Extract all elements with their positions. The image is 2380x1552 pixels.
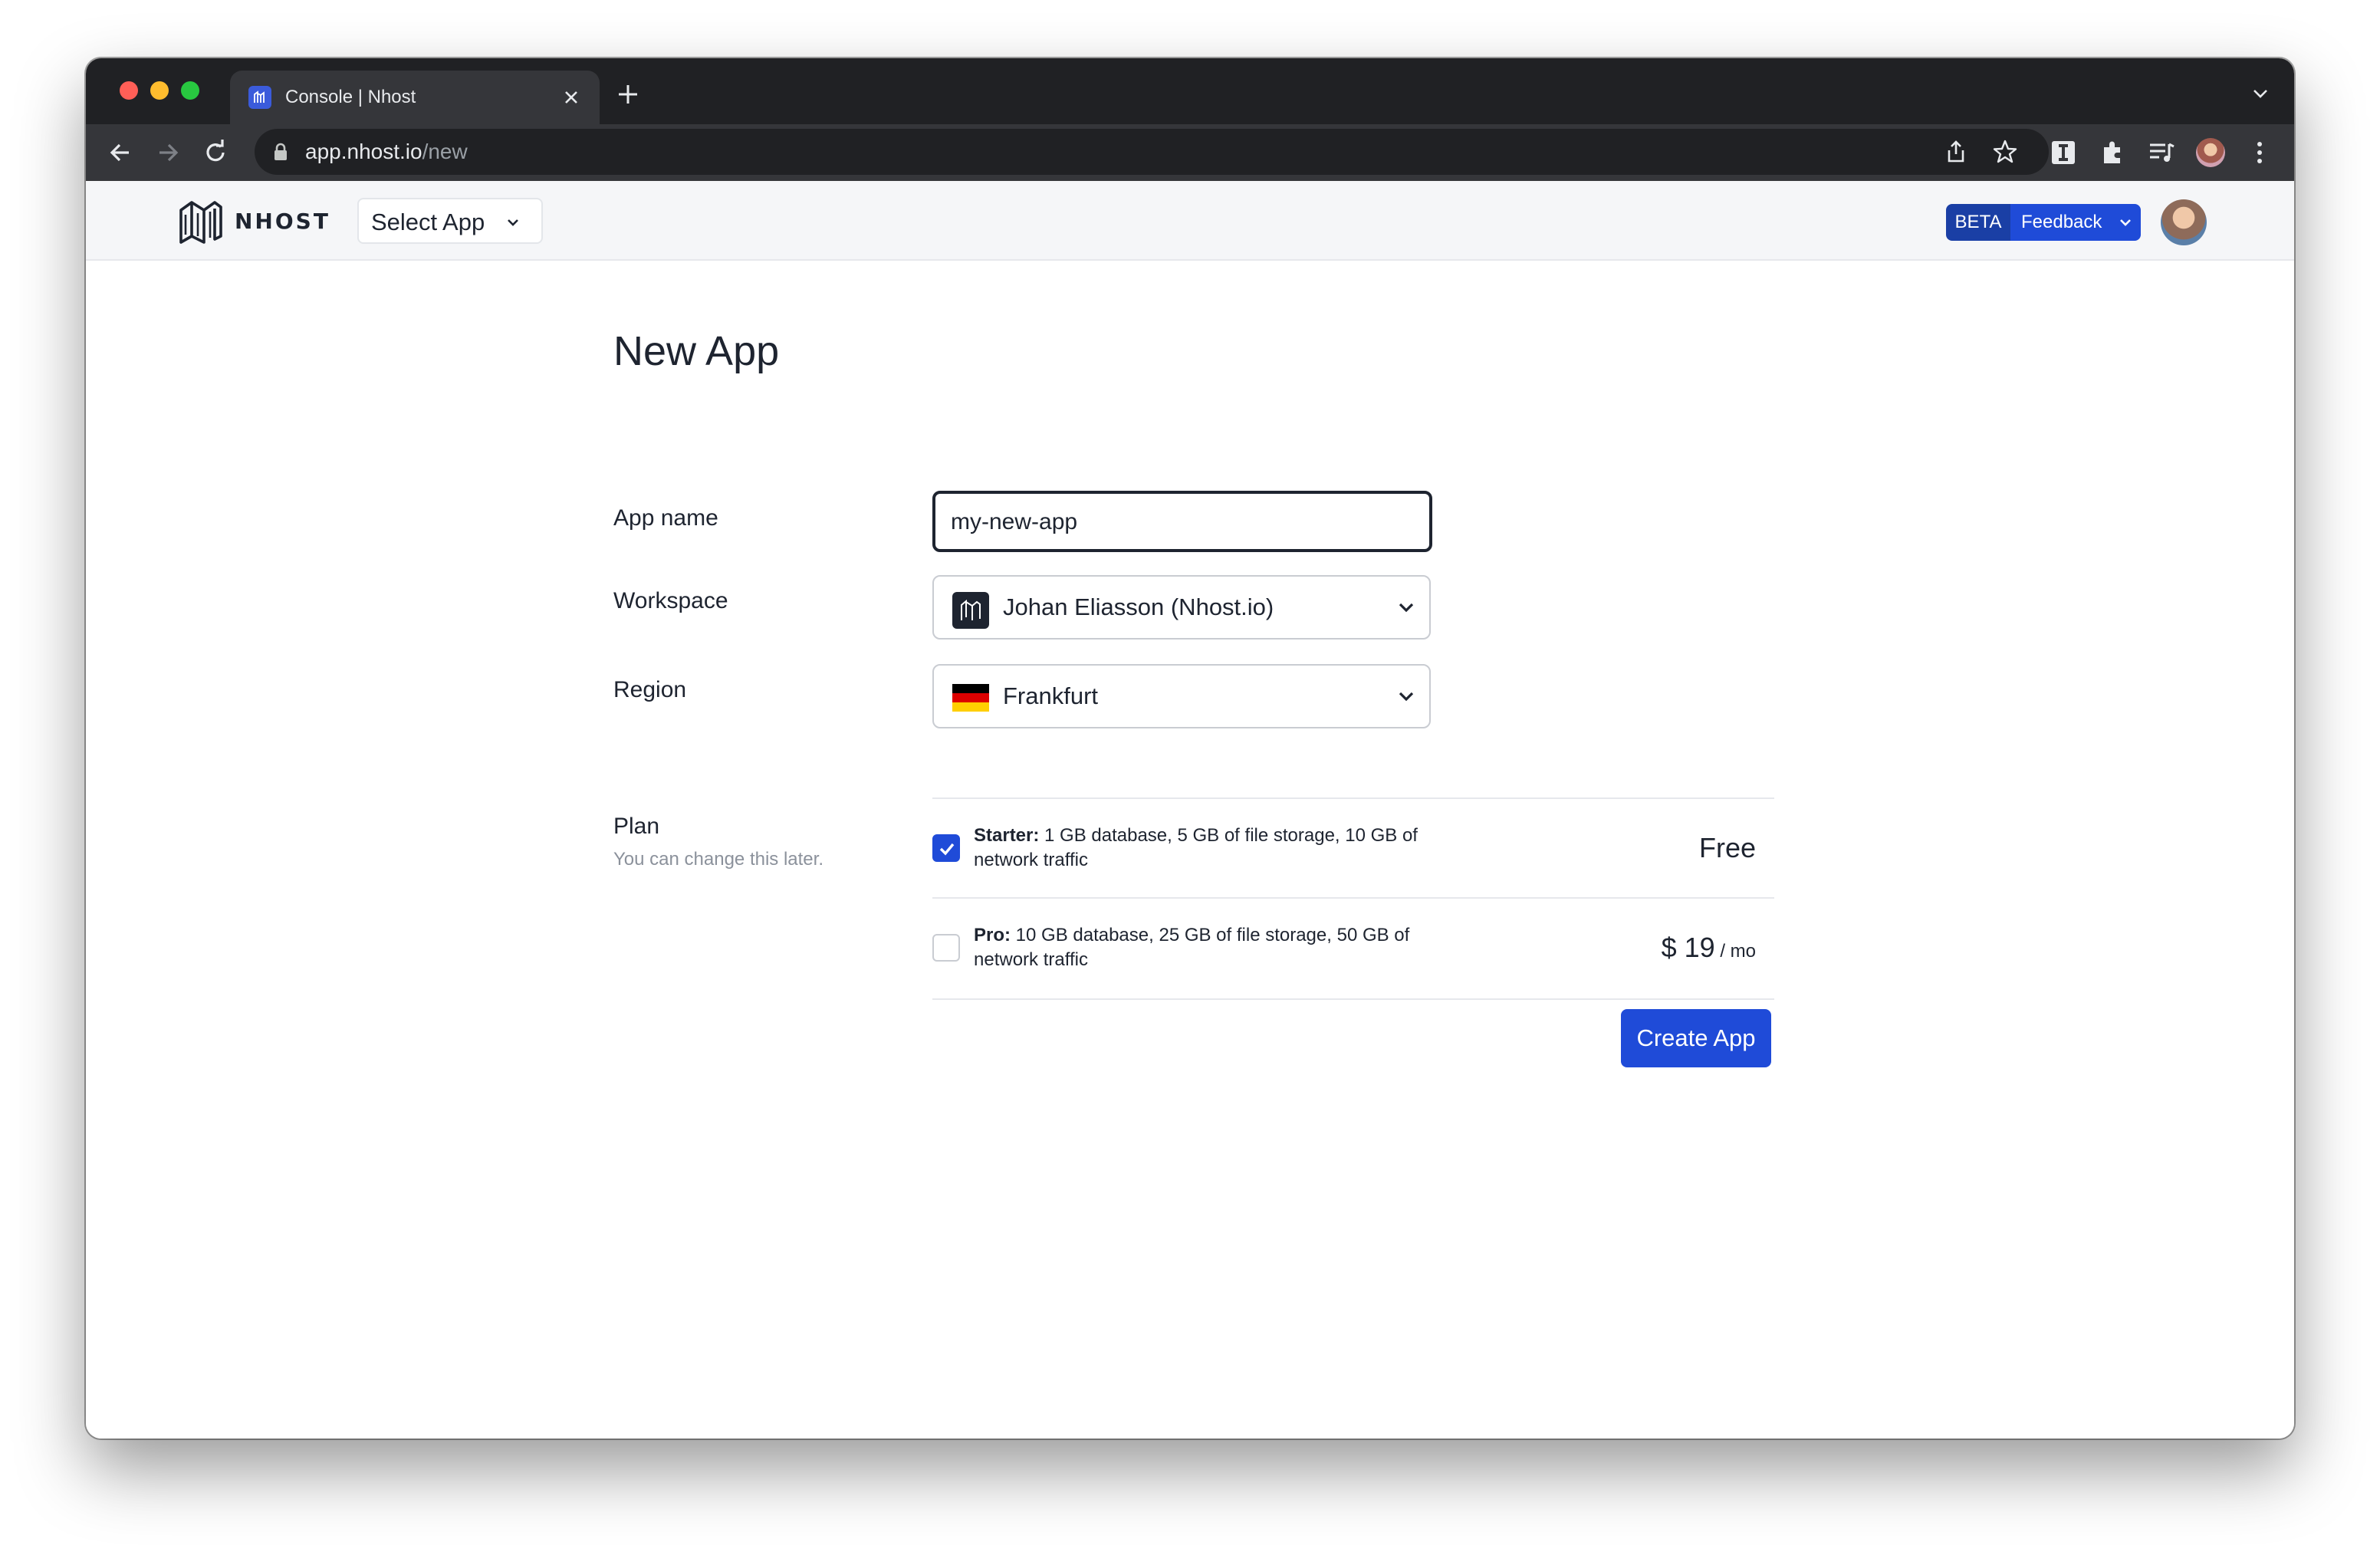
back-arrow-icon[interactable] xyxy=(106,138,135,167)
select-app-dropdown[interactable]: Select App xyxy=(357,198,543,244)
new-tab-icon[interactable] xyxy=(615,81,641,107)
feedback-button[interactable]: BETA Feedback xyxy=(1946,204,2141,241)
tab-title: Console | Nhost xyxy=(285,87,416,107)
region-value: Frankfurt xyxy=(1003,682,1099,709)
starter-plan-price: Free xyxy=(1699,831,1756,869)
url-host: app.nhost.io xyxy=(305,140,422,163)
region-select[interactable]: Frankfurt xyxy=(932,664,1431,728)
checkmark-icon xyxy=(939,843,955,856)
pro-plan-checkbox[interactable] xyxy=(932,934,960,962)
workspace-value: Johan Eliasson (Nhost.io) xyxy=(1003,594,1274,620)
pro-plan-details: 10 GB database, 25 GB of file storage, 5… xyxy=(974,925,1410,970)
maximize-window-button[interactable] xyxy=(181,81,199,100)
plan-sublabel: You can change this later. xyxy=(613,849,823,870)
close-window-button[interactable] xyxy=(120,81,138,100)
extension-i-icon[interactable] xyxy=(2049,138,2078,167)
profile-avatar-icon[interactable] xyxy=(2196,138,2225,167)
pro-plan-price: $ 19 / mo xyxy=(1662,931,1756,968)
lock-icon xyxy=(274,143,287,160)
chevron-down-icon xyxy=(508,219,518,226)
reading-list-icon[interactable] xyxy=(2147,138,2176,167)
share-icon[interactable] xyxy=(1943,139,1969,165)
menu-kebab-icon[interactable] xyxy=(2245,138,2274,167)
select-app-label: Select App xyxy=(371,209,485,235)
app-name-label: App name xyxy=(613,505,718,531)
bookmark-star-icon[interactable] xyxy=(1992,139,2018,165)
germany-flag-icon xyxy=(952,684,989,712)
starter-plan-name: Starter: xyxy=(974,825,1040,846)
chevron-down-icon xyxy=(2120,219,2131,226)
pro-plan-description: Pro: 10 GB database, 25 GB of file stora… xyxy=(974,923,1464,972)
forward-arrow-icon[interactable] xyxy=(153,138,182,167)
plan-option-pro[interactable]: Pro: 10 GB database, 25 GB of file stora… xyxy=(932,899,1774,997)
starter-plan-details: 1 GB database, 5 GB of file storage, 10 … xyxy=(974,825,1418,870)
plan-option-starter[interactable]: Starter: 1 GB database, 5 GB of file sto… xyxy=(932,799,1774,897)
browser-tab[interactable]: Console | Nhost xyxy=(230,71,600,124)
starter-price-value: Free xyxy=(1698,832,1756,863)
nhost-logo[interactable]: NHOST xyxy=(176,196,330,245)
region-label: Region xyxy=(613,677,687,702)
tab-search-chevron-icon[interactable] xyxy=(2250,86,2271,101)
starter-plan-description: Starter: 1 GB database, 5 GB of file sto… xyxy=(974,824,1464,873)
close-tab-icon[interactable] xyxy=(558,84,584,110)
pro-price-value: $ 19 xyxy=(1661,932,1715,963)
app-name-value: my-new-app xyxy=(951,509,1078,534)
new-app-page: New App App name my-new-app Workspace Jo… xyxy=(86,261,2294,1439)
url-text: app.nhost.io/new xyxy=(305,139,468,165)
workspace-label: Workspace xyxy=(613,588,728,613)
pro-plan-name: Pro: xyxy=(974,925,1011,945)
workspace-logo-icon xyxy=(952,592,989,629)
reload-icon[interactable] xyxy=(201,138,230,167)
app-header: NHOST Select App BETA Feedback xyxy=(86,181,2294,261)
workspace-select[interactable]: Johan Eliasson (Nhost.io) xyxy=(932,575,1431,640)
plan-divider xyxy=(932,998,1774,1000)
chevron-down-icon xyxy=(1399,692,1414,702)
plan-label: Plan xyxy=(613,814,660,839)
address-bar[interactable]: app.nhost.io/new xyxy=(255,129,2049,175)
browser-window: Console | Nhost app.nhost.io/new NHOST S… xyxy=(86,58,2294,1439)
url-path: /new xyxy=(422,140,468,163)
create-app-button[interactable]: Create App xyxy=(1621,1009,1771,1067)
feedback-label: Feedback xyxy=(2010,204,2141,241)
page-title: New App xyxy=(613,328,780,374)
feedback-text: Feedback xyxy=(2021,212,2102,232)
nhost-favicon-icon xyxy=(248,86,271,109)
extensions-puzzle-icon[interactable] xyxy=(2098,138,2127,167)
beta-badge: BETA xyxy=(1946,204,2010,241)
pro-price-unit: / mo xyxy=(1714,941,1756,962)
starter-plan-checkbox[interactable] xyxy=(932,834,960,862)
chevron-down-icon xyxy=(1399,603,1414,613)
user-avatar[interactable] xyxy=(2161,199,2207,245)
browser-toolbar: app.nhost.io/new xyxy=(86,124,2294,181)
minimize-window-button[interactable] xyxy=(150,81,169,100)
nhost-logo-icon xyxy=(179,201,222,244)
browser-tab-strip: Console | Nhost xyxy=(86,58,2294,124)
app-name-input[interactable]: my-new-app xyxy=(932,491,1432,552)
logo-text: NHOST xyxy=(235,208,330,234)
